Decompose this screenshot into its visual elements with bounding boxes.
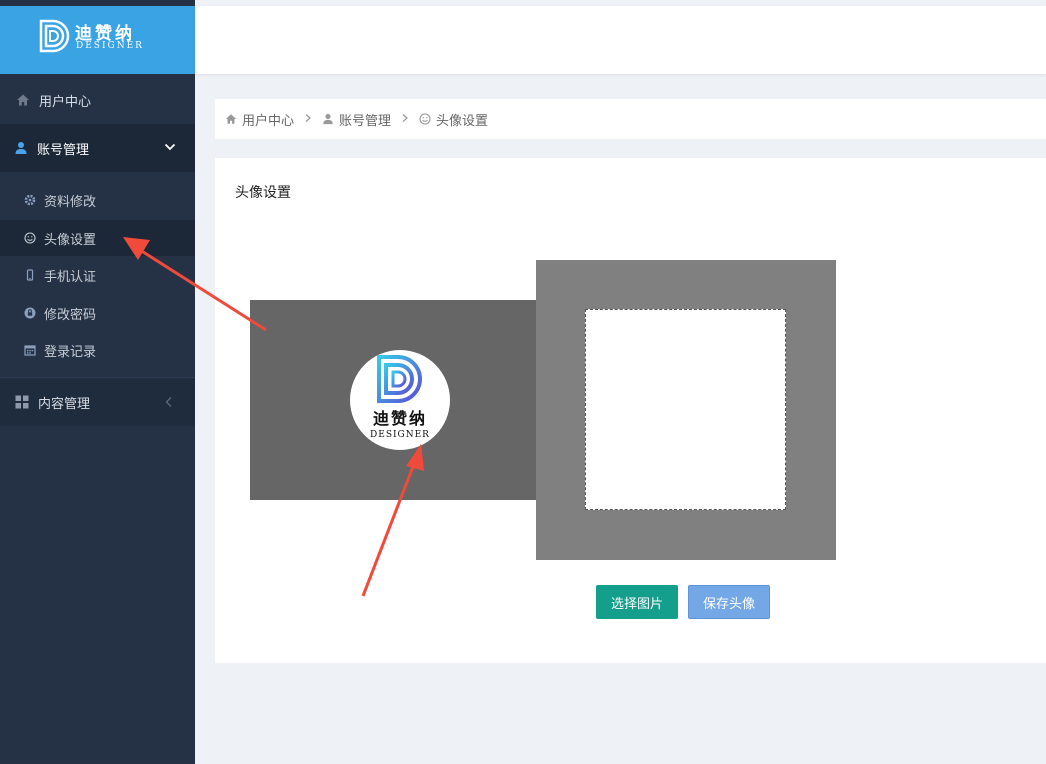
smile-icon [24,232,36,244]
brand-subtitle: DESIGNER [76,41,144,51]
smile-icon [419,113,431,125]
breadcrumb-link-user-center[interactable]: 用户中心 [242,110,294,129]
avatar-settings-panel: 头像设置 迪赞纳 DESIGNER 选择图片 保存头像 [215,158,1046,663]
grid-icon [15,395,29,409]
sidebar-subitem-phone-verify[interactable]: 手机认证 [0,257,195,293]
gear-icon [24,194,36,206]
sidebar-item-content[interactable]: 内容管理 [0,378,195,426]
brand-logo-bar[interactable]: 迪赞纳 DESIGNER [0,6,195,74]
home-icon [225,113,237,125]
avatar-brand-subtitle: DESIGNER [370,430,430,440]
user-icon [14,141,28,155]
sidebar-subitem-label: 头像设置 [44,232,97,248]
sidebar-subitem-avatar-settings[interactable]: 头像设置 [0,220,195,256]
brand-logo-icon [377,355,422,403]
sidebar: 迪赞纳 DESIGNER 用户中心 账号管理 资料修改 头像设置 手机认证 修改… [0,0,195,764]
top-header [195,6,1046,74]
lock-icon [24,307,36,319]
mobile-icon [24,269,36,281]
chevron-down-icon [164,143,176,151]
sidebar-subitem-label: 资料修改 [44,194,97,210]
chevron-right-icon [401,112,409,127]
sidebar-subitem-label: 手机认证 [44,269,97,285]
sidebar-item-label: 账号管理 [37,142,90,158]
avatar-preview-area: 迪赞纳 DESIGNER [250,300,550,500]
sidebar-subitem-profile-edit[interactable]: 资料修改 [0,182,195,218]
sidebar-item-label: 内容管理 [38,396,91,412]
sidebar-item-user-center[interactable]: 用户中心 [0,78,195,122]
calendar-icon [24,344,36,356]
avatar-preview: 迪赞纳 DESIGNER [350,350,450,450]
crop-selection-box[interactable] [585,309,786,510]
page-title: 头像设置 [235,185,291,201]
sidebar-item-account[interactable]: 账号管理 [0,124,195,172]
sidebar-subitem-label: 登录记录 [44,344,97,360]
sidebar-item-label: 用户中心 [39,94,92,110]
breadcrumb-link-account[interactable]: 账号管理 [339,110,391,129]
breadcrumb: 用户中心 账号管理 头像设置 [215,99,1046,139]
sidebar-subitem-change-password[interactable]: 修改密码 [0,295,195,331]
chevron-right-icon [304,112,312,127]
select-image-button[interactable]: 选择图片 [596,585,678,619]
sidebar-subitem-login-records[interactable]: 登录记录 [0,332,195,368]
save-avatar-button[interactable]: 保存头像 [688,585,770,619]
breadcrumb-current: 头像设置 [436,113,489,129]
chevron-left-icon [165,397,172,407]
user-icon [322,113,334,125]
image-crop-area[interactable] [536,260,836,560]
avatar-brand-name: 迪赞纳 [372,409,427,428]
home-icon [16,93,30,107]
sidebar-subitem-label: 修改密码 [44,307,97,323]
brand-logo-icon [39,19,70,53]
